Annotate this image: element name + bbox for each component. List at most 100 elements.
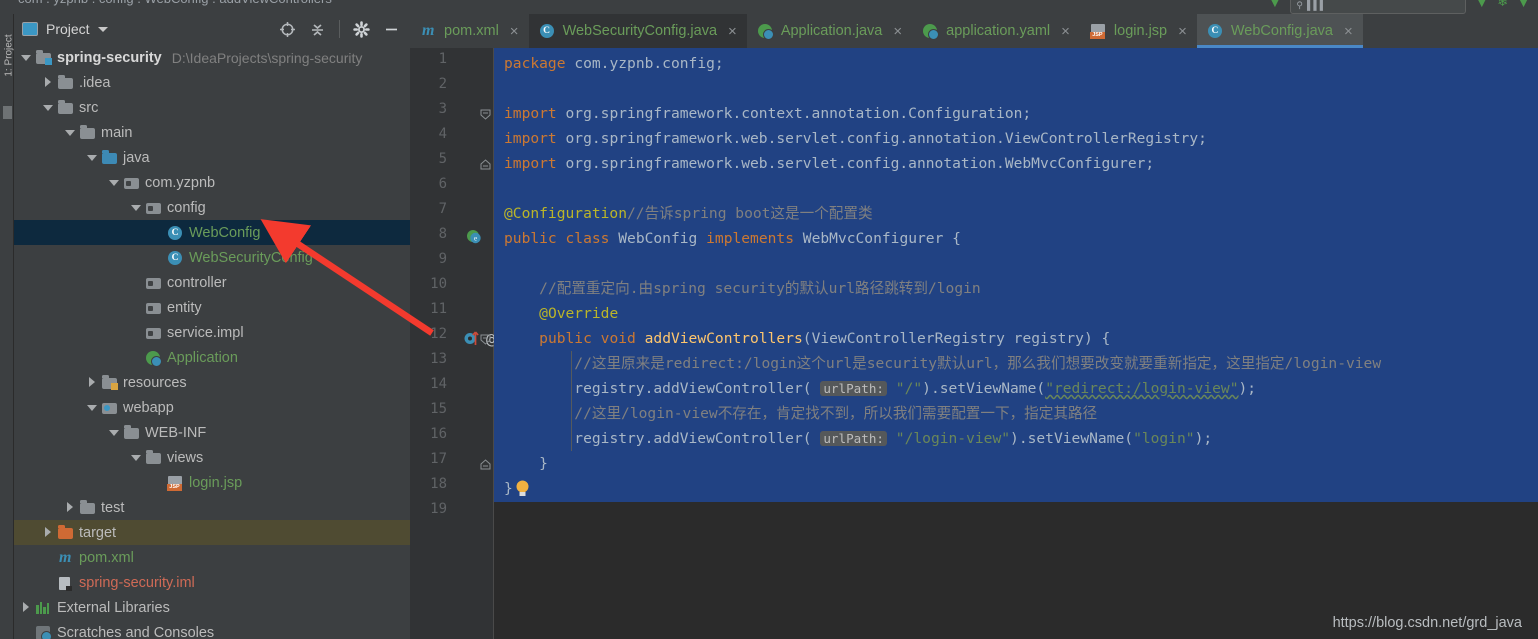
- code-line[interactable]: import org.springframework.web.servlet.c…: [504, 126, 1207, 151]
- lightbulb-icon[interactable]: [514, 479, 531, 498]
- tree-item-views[interactable]: views: [14, 445, 410, 470]
- line-number: 16: [430, 426, 447, 442]
- fold-collapse-icon[interactable]: [480, 107, 491, 120]
- code-line[interactable]: import org.springframework.web.servlet.c…: [504, 151, 1154, 176]
- editor-tab-login-jsp[interactable]: login.jsp ×: [1080, 14, 1197, 48]
- tree-item-config[interactable]: config: [14, 195, 410, 220]
- close-icon[interactable]: ×: [1344, 23, 1353, 40]
- close-icon[interactable]: ×: [893, 23, 902, 40]
- project-tool-tab[interactable]: 1: Project: [4, 30, 15, 82]
- spring-leaf-icon-b[interactable]: ❄: [1497, 0, 1508, 10]
- tree-item-label: .idea: [79, 74, 111, 91]
- code-content[interactable]: package com.yzpnb.config; import org.spri…: [494, 48, 1538, 639]
- search-input[interactable]: ▌▌▌: [1307, 0, 1326, 10]
- search-everywhere-box[interactable]: ⚲ ▌▌▌: [1290, 0, 1467, 14]
- tree-item-login-jsp[interactable]: login.jsp: [14, 470, 410, 495]
- code-line[interactable]: @Override: [504, 301, 618, 326]
- fold-end-icon[interactable]: [480, 157, 491, 170]
- chevron-down-icon[interactable]: [42, 101, 55, 114]
- code-line[interactable]: public class WebConfig implements WebMvc…: [504, 226, 961, 251]
- chevron-down-icon[interactable]: [20, 51, 33, 64]
- tree-item-web-inf[interactable]: WEB-INF: [14, 420, 410, 445]
- spring-bean-icon[interactable]: e: [466, 229, 482, 245]
- tree-item-webapp[interactable]: webapp: [14, 395, 410, 420]
- override-method-icon[interactable]: [464, 329, 480, 346]
- code-line[interactable]: //这里/login-view不存在，肯定找不到，所以我们需要配置一下，指定其路…: [504, 401, 1097, 426]
- editor-tab-label: application.yaml: [946, 23, 1051, 39]
- tree-item-entity[interactable]: entity: [14, 295, 410, 320]
- code-line[interactable]: }: [504, 451, 548, 476]
- code-line[interactable]: registry.addViewController( urlPath: "/l…: [504, 426, 1212, 451]
- editor-gutter[interactable]: 1 2 3 4 5 6 7 8 9 10 11 12 13 14 15 16 17 18 19 e @: [410, 48, 495, 639]
- chevron-down-icon[interactable]: [130, 451, 143, 464]
- locate-icon[interactable]: [279, 21, 296, 38]
- editor-tab-application-yaml[interactable]: application.yaml ×: [912, 14, 1080, 48]
- tree-item-test[interactable]: test: [14, 495, 410, 520]
- spring-leaf-icon-a[interactable]: ▼: [1475, 0, 1488, 10]
- editor-tab-application-java[interactable]: Application.java ×: [747, 14, 912, 48]
- chevron-right-icon[interactable]: [20, 601, 33, 614]
- line-number: 13: [430, 351, 447, 367]
- chevron-right-icon[interactable]: [86, 376, 99, 389]
- code-line[interactable]: //这里原来是redirect:/login这个url是security默认ur…: [504, 351, 1381, 376]
- tree-item-target[interactable]: target: [14, 520, 410, 545]
- spring-leaf-icon-c[interactable]: ▼: [1517, 0, 1530, 10]
- tree-item-spring-security-iml[interactable]: spring-security.iml: [14, 570, 410, 595]
- tree-item--idea[interactable]: .idea: [14, 70, 410, 95]
- close-icon[interactable]: ×: [1178, 23, 1187, 40]
- hide-icon[interactable]: [383, 21, 400, 38]
- code-line[interactable]: import org.springframework.context.annot…: [504, 101, 1031, 126]
- tree-item-label: views: [167, 449, 204, 466]
- tree-item-external-libraries[interactable]: External Libraries: [14, 595, 410, 620]
- tree-item-controller[interactable]: controller: [14, 270, 410, 295]
- breadcrumb[interactable]: com . yzpnb . config . WebConfig . addVi…: [18, 0, 332, 6]
- editor-tab-pom-xml[interactable]: m pom.xml ×: [410, 14, 529, 48]
- code-line[interactable]: //配置重定向.由spring security的默认url路径跳转到/logi…: [504, 276, 981, 301]
- tree-item-scratches-and-consoles[interactable]: Scratches and Consoles: [14, 620, 410, 639]
- tree-item-main[interactable]: main: [14, 120, 410, 145]
- tree-item-service-impl[interactable]: service.impl: [14, 320, 410, 345]
- fold-collapse-icon[interactable]: [480, 332, 491, 345]
- tree-item-webconfig[interactable]: C WebConfig: [14, 220, 410, 245]
- tree-item-websecurityconfig[interactable]: C WebSecurityConfig: [14, 245, 410, 270]
- chevron-down-icon[interactable]: [64, 126, 77, 139]
- chevron-down-icon[interactable]: [97, 26, 108, 32]
- tree-item-com-yzpnb[interactable]: com.yzpnb: [14, 170, 410, 195]
- collapse-all-icon[interactable]: [309, 21, 326, 38]
- chevron-down-icon[interactable]: [108, 426, 121, 439]
- tree-item-java[interactable]: java: [14, 145, 410, 170]
- chevron-down-icon[interactable]: [86, 151, 99, 164]
- editor-tabbar[interactable]: m pom.xml × C WebSecurityConfig.java × Applica…: [410, 14, 1538, 48]
- editor-tab-websecurityconfig-java[interactable]: C WebSecurityConfig.java ×: [528, 14, 747, 48]
- tree-item-application[interactable]: Application: [14, 345, 410, 370]
- close-icon[interactable]: ×: [728, 23, 737, 40]
- tree-item-label: WEB-INF: [145, 424, 207, 441]
- gear-icon[interactable]: [353, 20, 370, 38]
- chevron-right-icon[interactable]: [42, 526, 55, 539]
- close-icon[interactable]: ×: [510, 23, 519, 40]
- chevron-right-icon[interactable]: [64, 501, 77, 514]
- folder-icon: [80, 499, 96, 516]
- tree-item-pom-xml[interactable]: m pom.xml: [14, 545, 410, 570]
- code-line[interactable]: registry.addViewController( urlPath: "/"…: [504, 376, 1256, 401]
- tree-item-resources[interactable]: resources: [14, 370, 410, 395]
- run-config-leaf-icon[interactable]: ▼: [1268, 0, 1281, 10]
- java-class-icon: C: [1207, 23, 1224, 39]
- chevron-right-icon[interactable]: [42, 76, 55, 89]
- tree-item-src[interactable]: src: [14, 95, 410, 120]
- chevron-down-icon[interactable]: [86, 401, 99, 414]
- code-line[interactable]: public void addViewControllers(ViewContr…: [504, 326, 1110, 351]
- chevron-down-icon[interactable]: [108, 176, 121, 189]
- code-line[interactable]: @Configuration//告诉spring boot这是一个配置类: [504, 201, 873, 226]
- structure-tool-tab[interactable]: [3, 106, 12, 119]
- code-line[interactable]: }: [504, 476, 513, 501]
- editor-tab-webconfig-java[interactable]: C WebConfig.java ×: [1196, 14, 1363, 48]
- package-icon: [146, 300, 162, 316]
- project-tree[interactable]: spring-security D:\IdeaProjects\spring-se…: [14, 44, 410, 639]
- tree-item-spring-security[interactable]: spring-security D:\IdeaProjects\spring-se…: [14, 45, 410, 70]
- code-editor[interactable]: 1 2 3 4 5 6 7 8 9 10 11 12 13 14 15 16 17 18 19 e @ package …: [410, 48, 1538, 639]
- chevron-down-icon[interactable]: [130, 201, 143, 214]
- code-line[interactable]: package com.yzpnb.config;: [504, 51, 724, 76]
- close-icon[interactable]: ×: [1061, 23, 1070, 40]
- fold-end-icon[interactable]: [480, 457, 491, 470]
